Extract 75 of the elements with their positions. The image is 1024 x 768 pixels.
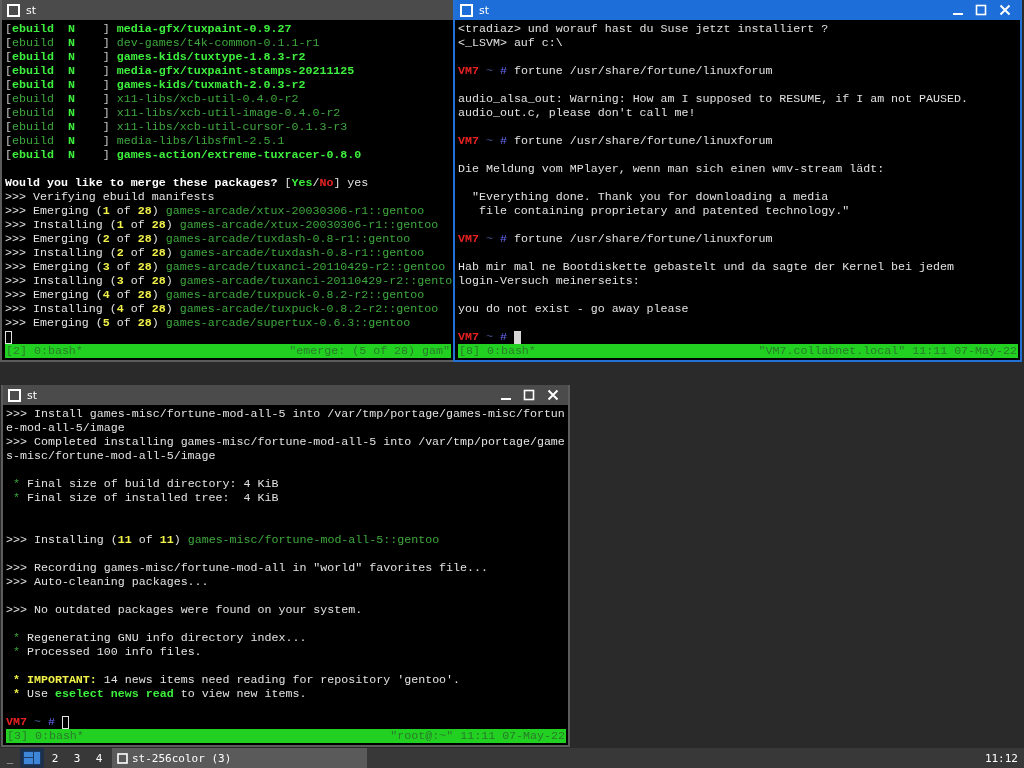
minimize-icon [953, 13, 963, 15]
terminal-line: * Regenerating GNU info directory index... [12, 631, 308, 645]
workspace-button[interactable]: 2 [44, 748, 66, 768]
minimize-icon [501, 398, 511, 400]
terminal-line: >>> Verifying ebuild manifests [5, 190, 216, 204]
terminal-line: >>> Emerging (2 of 28) games-arcade/tuxdash-0.8-r1::gentoo [5, 232, 412, 246]
workspace-button[interactable]: 3 [66, 748, 88, 768]
terminal-line: <tradiaz> und worauf hast du Suse jetzt installiert ? [458, 22, 830, 36]
terminal-line: file containing proprietary and patented technology." [477, 204, 851, 218]
maximize-icon [975, 4, 987, 16]
shell-prompt: VM7 ~ # [6, 715, 55, 729]
terminal-line: [ebuild N ] games-action/extreme-tuxracer-0.8.0 [5, 148, 363, 162]
terminal-line: * Processed 100 info files. [12, 645, 203, 659]
terminal-line: Die Meldung vom MPlayer, wenn man sich einen wmv-stream lädt: [458, 162, 886, 176]
terminal-line: >>> Installing (1 of 28) games-arcade/xtux-20030306-r1::gentoo [5, 218, 440, 232]
close-icon [547, 389, 559, 401]
status-right-text: "VM7.collabnet.local" 11:11 07-May-22 [758, 344, 1017, 358]
terminal-line: audio_out.c, please don't call me! [458, 106, 697, 120]
workspace-button[interactable]: 4 [88, 748, 110, 768]
terminal-line: * IMPORTANT: 14 news items need reading for repository 'gentoo'. [12, 673, 462, 687]
window-icon[interactable] [460, 3, 473, 17]
terminal-line: * Final size of installed tree: 4 KiB [12, 491, 280, 505]
window-icon [117, 752, 128, 764]
terminal-line: * Final size of build directory: 4 KiB [12, 477, 280, 491]
window-title: st [27, 388, 38, 402]
status-left-text: [2] 0:bash* [6, 344, 83, 358]
terminal-line: >>> Auto-cleaning packages... [6, 575, 210, 589]
status-right-text: "root@:~" 11:11 07-May-22 [390, 729, 565, 743]
terminal-line: >>> Emerging (4 of 28) games-arcade/tuxpuck-0.8.2-r2::gentoo [5, 288, 426, 302]
terminal-line: >>> Installing (11 of 11) games-misc/fortune-mod-all-5::gentoo [6, 533, 441, 547]
terminal-line: audio_alsa_out: Warning: How am I supposed to RESUME, if I am not PAUSED. [458, 92, 969, 106]
terminal-line: s-misc/fortune-mod-all-5/image [6, 449, 217, 463]
terminal-line: [ebuild N ] x11-libs/xcb-util-image-0.4.0-r2 [5, 106, 342, 120]
terminal-line: [ebuild N ] games-kids/tuxmath-2.0.3-r2 [5, 78, 307, 92]
terminal-line: login-Versuch meinerseits: [458, 274, 641, 288]
terminal-line: [ebuild N ] media-gfx/tuxpaint-stamps-20211125 [5, 64, 356, 78]
close-icon [999, 4, 1011, 16]
terminal-line: * Use eselect news read to view new items. [12, 687, 308, 701]
clock: 11:12 [984, 751, 1019, 765]
terminal-line: "Everything done. Thank you for downloading a media [470, 190, 830, 204]
maximize-icon [523, 389, 535, 401]
terminal-line: [ebuild N ] dev-games/t4k-common-0.1.1-r1 [5, 36, 321, 50]
terminal-line: [ebuild N ] games-kids/tuxtype-1.8.3-r2 [5, 50, 307, 64]
terminal-line: VM7 ~ # fortune /usr/share/fortune/linuxforum [458, 134, 774, 148]
terminal-line: <_LSVM> auf c:\ [458, 36, 564, 50]
shell-prompt: VM7 ~ # [458, 330, 507, 344]
task-label: st-256color (3) [132, 751, 232, 765]
terminal-line: >>> Emerging (5 of 28) games-arcade/supertux-0.6.3::gentoo [5, 316, 412, 330]
status-left-text: [3] 0:bash* [7, 729, 84, 743]
window-title: st [26, 3, 37, 17]
terminal-line: >>> Emerging (3 of 28) games-arcade/tuxanci-20110429-r2::gentoo [5, 260, 447, 274]
status-right-text: "emerge: (5 of 28) gam" [289, 344, 450, 358]
status-left-text: [8] 0:bash* [459, 344, 536, 358]
terminal-line: >>> Recording games-misc/fortune-mod-all in "world" favorites file... [6, 561, 489, 575]
terminal-line: [ebuild N ] x11-libs/xcb-util-0.4.0-r2 [5, 92, 300, 106]
terminal-line: [ebuild N ] x11-libs/xcb-util-cursor-0.1.3-r3 [5, 120, 349, 134]
terminal-line: >>> Installing (4 of 28) games-arcade/tuxpuck-0.8.2-r2::gentoo [5, 302, 440, 316]
workspace-button[interactable] [20, 748, 44, 768]
terminal-line: >>> Installing (3 of 28) games-arcade/tuxanci-20110429-r2::gento [5, 274, 451, 288]
terminal-line: Hab mir mal ne Bootdiskette gebastelt und da sagte der Kernel bei jedem [458, 260, 955, 274]
terminal-line: e-mod-all-5/image [6, 421, 126, 435]
terminal-line: >>> Install games-misc/fortune-mod-all-5 into /var/tmp/portage/games-misc/fortun [6, 407, 566, 421]
terminal-line: [ebuild N ] media-libs/libsfml-2.5.1 [5, 134, 286, 148]
terminal-line: you do not exist - go away please [458, 302, 690, 316]
terminal-line: >>> Completed installing games-misc/fortune-mod-all-5 into /var/tmp/portage/game [6, 435, 566, 449]
terminal-line: VM7 ~ # fortune /usr/share/fortune/linuxforum [458, 232, 774, 246]
menu-button[interactable]: _ [0, 752, 20, 764]
terminal-line: VM7 ~ # fortune /usr/share/fortune/linuxforum [458, 64, 774, 78]
terminal-line: Would you like to merge these packages? [Yes/No] yes [5, 176, 370, 190]
terminal-line: >>> No outdated packages were found on your system. [6, 603, 364, 617]
terminal-line: >>> Emerging (1 of 28) games-arcade/xtux-20030306-r1::gentoo [5, 204, 426, 218]
terminal-line: [ebuild N ] media-gfx/tuxpaint-0.9.27 [5, 22, 293, 36]
terminal-line: >>> Installing (2 of 28) games-arcade/tuxdash-0.8-r1::gentoo [5, 246, 426, 260]
window-title: st [479, 3, 490, 17]
task-button[interactable]: st-256color (3) [112, 748, 367, 768]
